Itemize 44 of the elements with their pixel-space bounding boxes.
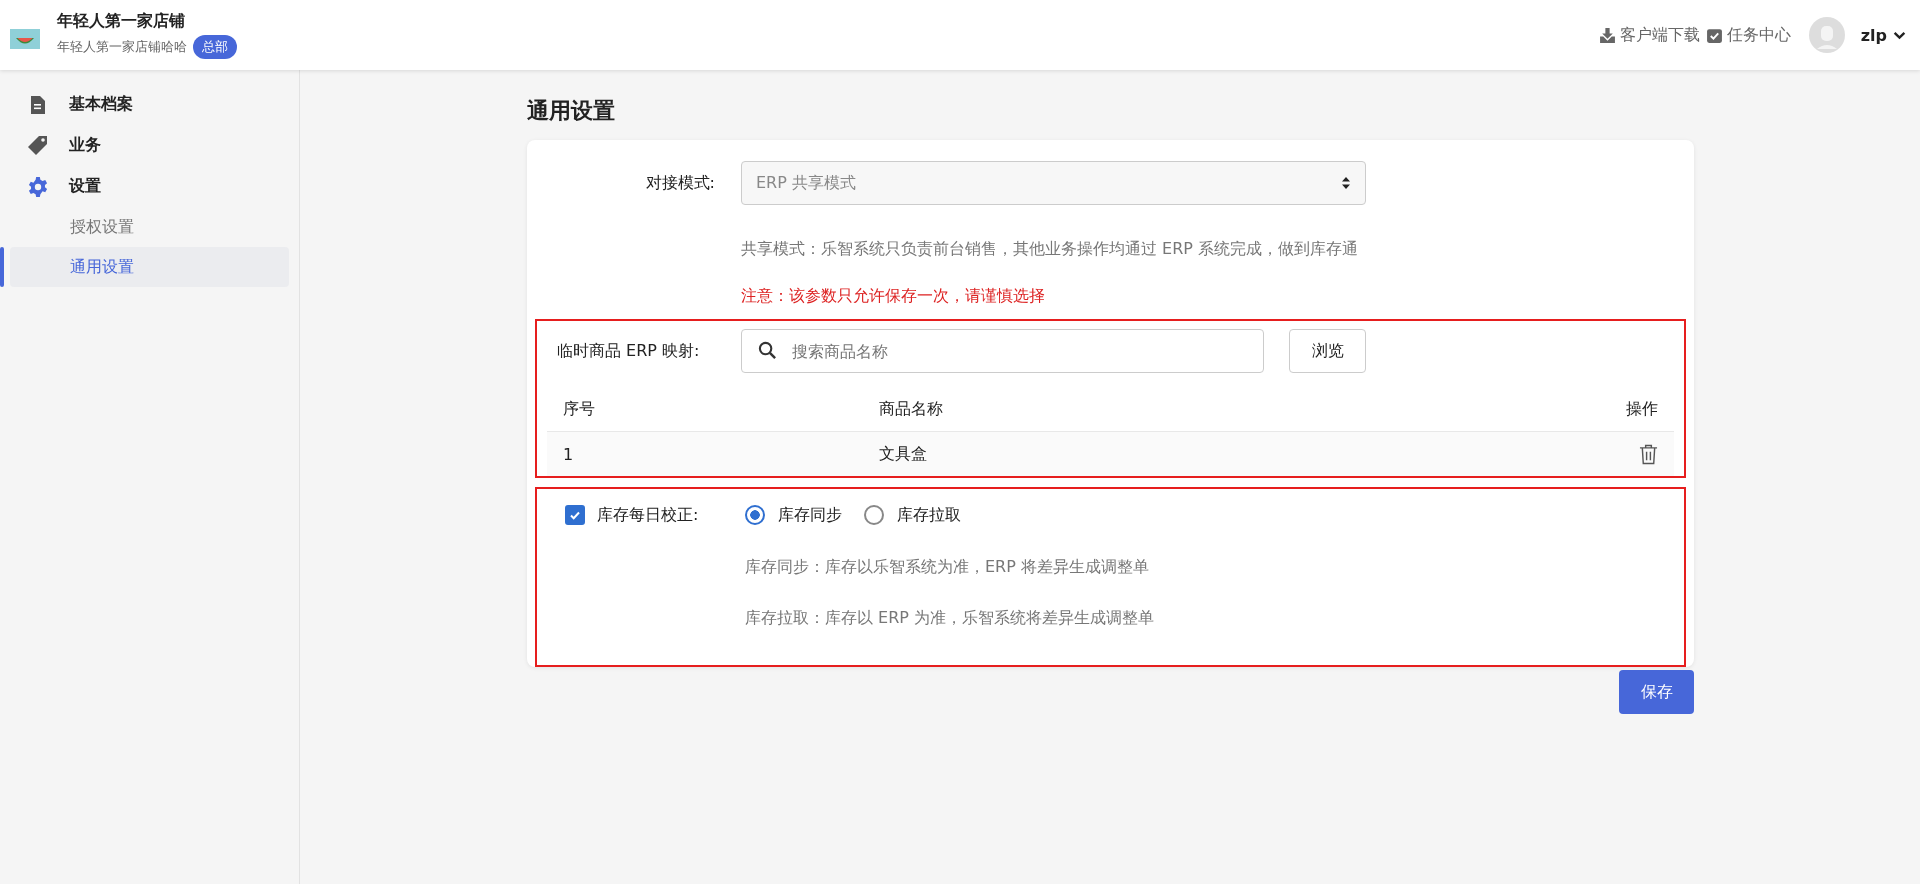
header-link[interactable]: 客户端下载 [1598, 24, 1700, 46]
table-cell-text: 1 [563, 444, 575, 464]
column-header: 商品名称 [879, 398, 944, 420]
active-indicator [0, 247, 4, 287]
table-cell-text: 文具盒 [879, 443, 928, 465]
help-text: 库存拉取：库存以 ERP 为准，乐智系统将差异生成调整单 [745, 608, 1156, 629]
trash-icon[interactable] [1639, 443, 1658, 465]
search-field[interactable]: 搜索商品名称 [741, 329, 1264, 373]
clipboard-check-icon [1705, 26, 1723, 44]
store-subtitle: 年轻人第一家店铺哈哈 [57, 38, 187, 56]
watermelon-logo-icon [10, 29, 40, 49]
browse-button[interactable]: 浏览 [1289, 329, 1366, 373]
field-label: 对接模式: [644, 172, 715, 194]
field-label: 临时商品 ERP 映射: [556, 340, 701, 362]
gear-icon [27, 175, 49, 198]
save-button[interactable]: 保存 [1619, 670, 1694, 714]
sidebar-group[interactable]: 业务 [0, 125, 299, 166]
check-icon [569, 509, 581, 521]
radio-option[interactable]: 库存拉取 [864, 504, 961, 526]
store-name: 年轻人第一家店铺 [57, 11, 186, 32]
sidebar-item[interactable]: 授权设置 [10, 207, 289, 247]
header-link[interactable]: 任务中心 [1705, 24, 1791, 46]
warning-text: 注意：该参数只允许保存一次，请谨慎选择 [741, 286, 1046, 307]
sidebar-group[interactable]: 基本档案 [0, 84, 299, 125]
radio-button[interactable] [864, 505, 884, 525]
user-menu[interactable]: zlp [1808, 17, 1906, 53]
help-text: 共享模式：乐智系统只负责前台销售，其他业务操作均通过 ERP 系统完成，做到库存通 [741, 239, 1360, 260]
page-title: 通用设置 [527, 97, 616, 125]
column-header: 操作 [1626, 398, 1658, 420]
headquarters-badge: 总部 [193, 35, 237, 59]
sort-caret-icon [1341, 176, 1351, 190]
radio-button[interactable] [745, 505, 765, 525]
radio-option[interactable]: 库存同步 [745, 504, 842, 526]
sidebar-group[interactable]: 设置 [0, 166, 299, 207]
help-text: 库存同步：库存以乐智系统为准，ERP 将差异生成调整单 [745, 557, 1150, 578]
chevron-down-icon [1893, 30, 1906, 40]
checkbox[interactable] [565, 505, 585, 525]
tag-icon [27, 134, 49, 157]
sidebar-item[interactable]: 通用设置 [10, 247, 289, 287]
download-icon [1598, 26, 1616, 44]
checkbox-label: 库存每日校正: [597, 504, 700, 526]
avatar-icon [1808, 17, 1845, 53]
search-icon [758, 341, 777, 360]
column-header: 序号 [563, 398, 596, 420]
